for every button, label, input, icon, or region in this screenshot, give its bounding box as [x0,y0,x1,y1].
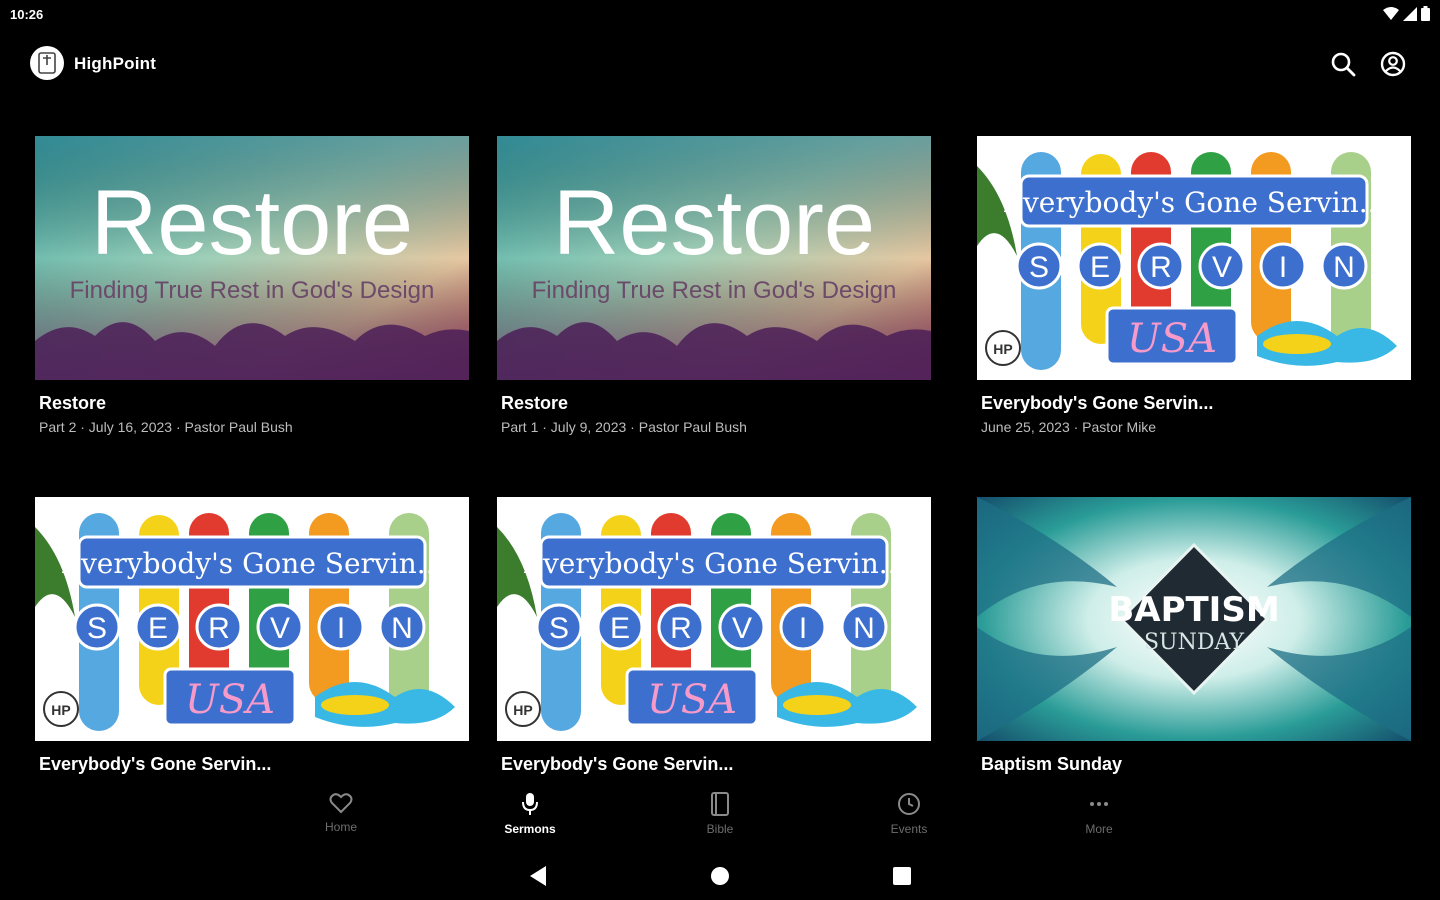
signal-icon [1403,6,1417,21]
heart-icon [329,793,353,814]
artwork-badge: HP [51,702,70,718]
sermon-artwork-servin: Everybody's Gone Servin... S E R V I N U… [977,136,1411,380]
artwork-letter: N [1333,251,1355,284]
nav-label: Sermons [504,822,556,836]
sermon-title: Everybody's Gone Servin... [39,754,272,774]
sermon-artwork-restore: Restore Finding True Rest in God's Desig… [497,136,931,380]
artwork-letter: I [1279,251,1287,284]
artwork-banner: Everybody's Gone Servin... [61,547,444,580]
artwork-badge: HP [513,702,532,718]
artwork-letter: V [732,612,752,645]
system-navigation [0,850,1440,900]
bottom-navigation: Home Sermons Bible Events More [0,786,1440,846]
sermon-title: Restore [501,393,569,413]
sermon-title: Restore [39,393,107,413]
sermon-subtitle: Part 1 · July 9, 2023 · Pastor Paul Bush [501,419,747,435]
sermon-title: Everybody's Gone Servin... [981,393,1214,413]
artwork-letter: S [549,612,569,645]
sermon-artwork-baptism: BAPTISM SUNDAY [977,497,1411,741]
artwork-banner: Everybody's Gone Servin... [523,547,906,580]
artwork-word: USA [1127,316,1217,362]
artwork-letter: V [1212,251,1232,284]
artwork-letter: N [853,612,875,645]
sermon-title: Everybody's Gone Servin... [501,754,734,774]
nav-item-bible[interactable]: Bible [670,792,770,836]
artwork-word: USA [185,677,275,723]
battery-icon [1421,6,1430,21]
sermon-card[interactable]: Restore Finding True Rest in God's Desig… [35,136,469,435]
more-dots-icon [1090,802,1108,806]
sermon-artwork-servin: Everybody's Gone Servin... S E R V I N U… [35,497,469,741]
search-button[interactable] [1327,48,1359,80]
artwork-letter: N [391,612,413,645]
wifi-icon [1383,6,1399,20]
artwork-letter: S [1029,251,1049,284]
home-button[interactable] [706,862,734,890]
nav-item-home[interactable]: Home [291,792,391,834]
sermon-card[interactable]: Everybody's Gone Servin... S E R V I N U… [497,497,931,774]
artwork-letter: R [1150,251,1172,284]
status-icons [1383,6,1430,21]
artwork-letter: S [87,612,107,645]
artwork-letter: R [670,612,692,645]
app-bar: HighPoint [0,38,1440,90]
recents-button[interactable] [888,862,916,890]
nav-item-sermons[interactable]: Sermons [480,792,580,836]
artwork-word: USA [647,677,737,723]
nav-label: Events [890,822,928,836]
artwork-letter: I [337,612,345,645]
artwork-tagline: Finding True Rest in God's Design [532,277,897,304]
artwork-headline: Restore [553,172,875,274]
app-title: HighPoint [74,54,157,73]
artwork-letter: E [610,612,630,645]
back-icon [530,866,546,886]
artwork-banner: Everybody's Gone Servin... [1003,186,1386,219]
sermon-artwork-restore: Restore Finding True Rest in God's Desig… [35,136,469,380]
artwork-letter: I [799,612,807,645]
back-button[interactable] [524,862,552,890]
account-button[interactable] [1377,48,1409,80]
artwork-headline: BAPTISM [1108,590,1279,630]
bible-logo-icon[interactable] [30,46,64,80]
status-bar: 10:26 [0,0,1440,28]
book-icon [711,792,729,816]
clock-icon [898,793,920,815]
nav-item-more[interactable]: More [1049,792,1149,836]
artwork-subhead: SUNDAY [1144,630,1244,655]
search-icon [1331,52,1356,77]
sermon-artwork-servin: Everybody's Gone Servin... S E R V I N U… [497,497,931,741]
artwork-letter: R [208,612,230,645]
nav-label: Bible [706,822,734,836]
microphone-icon [522,793,538,815]
status-time: 10:26 [10,7,44,22]
artwork-letter: V [270,612,290,645]
sermon-subtitle: Part 2 · July 16, 2023 · Pastor Paul Bus… [39,419,293,435]
sermon-card[interactable]: Everybody's Gone Servin... S E R V I N U… [977,136,1411,435]
sermon-card[interactable]: Everybody's Gone Servin... S E R V I N U… [35,497,469,774]
artwork-tagline: Finding True Rest in God's Design [70,277,435,304]
artwork-letter: E [148,612,168,645]
sermon-card[interactable]: Restore Finding True Rest in God's Desig… [497,136,931,435]
account-circle-icon [1380,51,1406,77]
nav-item-events[interactable]: Events [859,792,959,836]
sermon-subtitle: June 25, 2023 · Pastor Mike [981,419,1157,435]
artwork-headline: Restore [91,172,413,274]
recents-icon [893,867,911,885]
sermon-card[interactable]: BAPTISM SUNDAY Baptism Sunday [977,497,1411,774]
sermon-title: Baptism Sunday [981,754,1123,774]
home-icon [711,867,729,885]
nav-label: More [1085,822,1113,836]
nav-label: Home [324,820,357,834]
artwork-letter: E [1090,251,1110,284]
artwork-badge: HP [993,341,1012,357]
